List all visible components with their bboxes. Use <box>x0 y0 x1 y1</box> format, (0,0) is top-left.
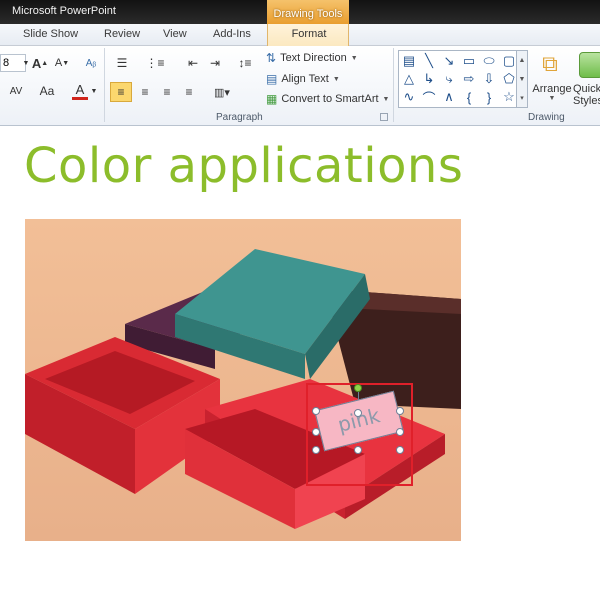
left-brace-shape-icon[interactable]: { <box>461 89 477 105</box>
increase-indent-icon[interactable]: ⇥ <box>206 54 224 72</box>
arrange-icon: ⧉ <box>542 51 558 76</box>
grow-font-icon[interactable]: A ▲ <box>32 54 48 72</box>
resize-handle[interactable] <box>354 409 362 417</box>
dropdown-arrow-icon: ▼ <box>332 75 340 83</box>
ribbon-tabs: Slide Show Review View Add-Ins Format <box>0 24 600 47</box>
drawing-tools-context-tab: Drawing Tools <box>267 0 349 26</box>
align-text-button[interactable]: ▤ Align Text ▼ <box>266 72 340 86</box>
text-direction-button[interactable]: ⇅ Text Direction ▼ <box>266 51 358 65</box>
shrink-font-icon[interactable]: A ▼ <box>54 54 70 72</box>
tab-view[interactable]: View <box>163 28 187 40</box>
align-text-icon: ▤ <box>266 72 278 86</box>
tab-review[interactable]: Review <box>104 28 140 40</box>
tab-format-container[interactable]: Format <box>267 24 349 47</box>
convert-to-smartart-button[interactable]: ▦ Convert to SmartArt ▼ <box>266 92 389 106</box>
align-center-icon[interactable]: ≡ <box>136 82 154 102</box>
resize-handle[interactable] <box>396 407 404 415</box>
numbering-icon[interactable]: ⋮≡ <box>144 54 166 72</box>
resize-handle[interactable] <box>354 446 362 454</box>
line-spacing-icon[interactable]: ↕≡ <box>234 54 256 72</box>
boxes-photo-image <box>25 219 461 541</box>
shapes-gallery[interactable]: ▤ ╲ ↘ ▭ ⬭ ▢ △ ↳ ⤷ ⇨ ⇩ ⬠ ∿ ⌒ ∧ { } ☆ <box>398 50 526 108</box>
clear-formatting-icon[interactable]: Aᵦ <box>82 54 100 72</box>
resize-handle[interactable] <box>396 446 404 454</box>
paragraph-group-label: Paragraph <box>216 112 263 123</box>
change-case-icon[interactable]: Aa <box>36 82 58 100</box>
rotation-handle[interactable] <box>354 384 362 392</box>
quick-styles-button[interactable]: Quick Styles <box>573 83 600 107</box>
elbow-connector-shape-icon[interactable]: ↳ <box>421 71 437 87</box>
paragraph-dialog-launcher-icon[interactable] <box>380 113 388 121</box>
drawing-group-label: Drawing <box>528 112 565 123</box>
dropdown-arrow-icon: ▼ <box>350 54 358 62</box>
slide-photo-boxes[interactable] <box>25 219 461 541</box>
font-color-icon[interactable]: A <box>72 82 88 100</box>
text-direction-label: Text Direction <box>280 52 347 64</box>
right-brace-shape-icon[interactable]: } <box>481 89 497 105</box>
group-separator <box>393 48 394 122</box>
rounded-rectangle-shape-icon[interactable]: ▢ <box>501 53 517 69</box>
down-arrow-shape-icon[interactable]: ⇩ <box>481 71 497 87</box>
oval-shape-icon[interactable]: ⬭ <box>481 53 497 69</box>
arrange-label: Arrange <box>532 83 572 95</box>
dropdown-arrow-icon: ▼ <box>382 95 390 103</box>
resize-handle[interactable] <box>396 428 404 436</box>
quick-styles-icon <box>579 52 600 78</box>
triangle-shape-icon[interactable]: △ <box>401 71 417 87</box>
smartart-icon: ▦ <box>266 92 278 106</box>
arc-shape-icon[interactable]: ⌒ <box>421 89 437 106</box>
tab-add-ins[interactable]: Add-Ins <box>213 28 251 40</box>
elbow-arrow-shape-icon[interactable]: ⤷ <box>441 71 457 87</box>
bullets-icon[interactable]: ☰ <box>112 54 132 72</box>
arrow-line-shape-icon[interactable]: ↘ <box>441 53 457 69</box>
freeform-shape-icon[interactable]: ∿ <box>401 89 417 105</box>
resize-handle[interactable] <box>312 428 320 436</box>
font-size-value: 8 <box>3 57 10 69</box>
flowchart-shape-icon[interactable]: ⬠ <box>501 71 517 87</box>
columns-icon[interactable]: ▥▾ <box>210 82 234 102</box>
align-right-icon[interactable]: ≡ <box>158 82 176 102</box>
app-title: Microsoft PowerPoint <box>12 5 116 17</box>
curve-shape-icon[interactable]: ∧ <box>441 89 457 105</box>
right-arrow-shape-icon[interactable]: ⇨ <box>461 71 477 87</box>
resize-handle[interactable] <box>312 446 320 454</box>
title-bar: Microsoft PowerPoint Drawing Tools <box>0 0 600 26</box>
arrange-button[interactable]: Arrange ▼ <box>530 83 574 102</box>
slide-title[interactable]: Color applications <box>24 138 463 194</box>
star-shape-icon[interactable]: ☆ <box>501 89 517 105</box>
tab-slide-show[interactable]: Slide Show <box>23 28 78 40</box>
text-box-shape-icon[interactable]: ▤ <box>401 53 417 69</box>
convert-to-smartart-label: Convert to SmartArt <box>281 93 379 105</box>
text-direction-icon: ⇅ <box>266 51 277 65</box>
gallery-scroll[interactable]: ▲ ▼ ▾ <box>516 50 528 108</box>
dropdown-arrow-icon: ▼ <box>548 95 556 102</box>
font-color-dropdown-icon[interactable]: ▼ <box>90 86 98 96</box>
character-spacing-icon[interactable]: AV <box>6 82 26 100</box>
tab-format[interactable]: Format <box>268 28 350 40</box>
align-text-label: Align Text <box>281 73 329 85</box>
resize-handle[interactable] <box>312 407 320 415</box>
ribbon: 8 ▼ A ▲ A ▼ Aᵦ AV Aa A ▼ ☰ ⋮≡ ⇤ ⇥ ↕≡ ≡ ≡ ≡… <box>0 46 600 126</box>
justify-icon[interactable]: ≡ <box>180 82 198 102</box>
align-left-icon[interactable]: ≡ <box>110 82 132 102</box>
decrease-indent-icon[interactable]: ⇤ <box>184 54 202 72</box>
quick-styles-label: Quick Styles <box>573 83 600 107</box>
group-separator <box>104 48 105 122</box>
font-size-dropdown-icon[interactable]: ▼ <box>22 56 30 70</box>
line-shape-icon[interactable]: ╲ <box>421 53 437 69</box>
rectangle-shape-icon[interactable]: ▭ <box>461 53 477 69</box>
